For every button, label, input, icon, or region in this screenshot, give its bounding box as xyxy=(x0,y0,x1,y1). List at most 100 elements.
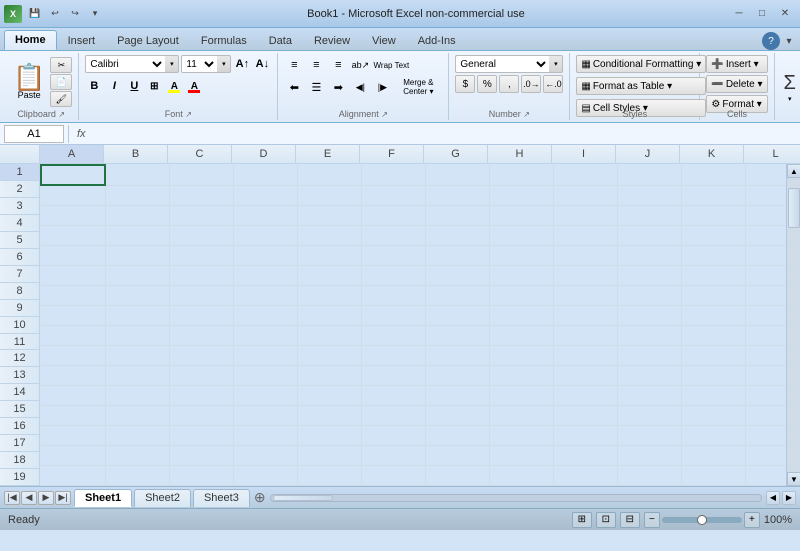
cell-E4[interactable] xyxy=(297,225,361,245)
col-header-A[interactable]: A xyxy=(40,145,104,163)
cell-C16[interactable] xyxy=(169,465,233,485)
cell-K16[interactable] xyxy=(681,465,745,485)
cell-I10[interactable] xyxy=(553,345,617,365)
row-num-8[interactable]: 8 xyxy=(0,283,39,300)
cell-H2[interactable] xyxy=(489,185,553,205)
row-num-14[interactable]: 14 xyxy=(0,384,39,401)
cell-C3[interactable] xyxy=(169,205,233,225)
cell-K14[interactable] xyxy=(681,425,745,445)
cell-K6[interactable] xyxy=(681,265,745,285)
cell-I6[interactable] xyxy=(553,265,617,285)
cell-A5[interactable] xyxy=(41,245,105,265)
row-num-10[interactable]: 10 xyxy=(0,317,39,334)
cell-F3[interactable] xyxy=(361,205,425,225)
cell-L1[interactable] xyxy=(745,165,786,185)
cell-K1[interactable] xyxy=(681,165,745,185)
cell-G9[interactable] xyxy=(425,325,489,345)
cell-E10[interactable] xyxy=(297,345,361,365)
cell-A7[interactable] xyxy=(41,285,105,305)
cell-J4[interactable] xyxy=(617,225,681,245)
undo-qa-button[interactable]: ↩ xyxy=(46,5,64,23)
align-top-left-button[interactable]: ≡ xyxy=(284,55,304,75)
cell-G4[interactable] xyxy=(425,225,489,245)
cell-H13[interactable] xyxy=(489,405,553,425)
redo-qa-button[interactable]: ↪ xyxy=(66,5,84,23)
cell-A16[interactable] xyxy=(41,465,105,485)
cell-F12[interactable] xyxy=(361,385,425,405)
cell-E9[interactable] xyxy=(297,325,361,345)
number-format-select[interactable]: General xyxy=(455,55,549,73)
row-num-18[interactable]: 18 xyxy=(0,452,39,469)
cell-I16[interactable] xyxy=(553,465,617,485)
cell-A4[interactable] xyxy=(41,225,105,245)
cell-D3[interactable] xyxy=(233,205,297,225)
cell-D15[interactable] xyxy=(233,445,297,465)
cell-K5[interactable] xyxy=(681,245,745,265)
cell-C17[interactable] xyxy=(169,485,233,486)
cell-H9[interactable] xyxy=(489,325,553,345)
conditional-formatting-button[interactable]: ▦ Conditional Formatting ▾ xyxy=(576,55,706,73)
cell-A3[interactable] xyxy=(41,205,105,225)
cell-H7[interactable] xyxy=(489,285,553,305)
col-header-J[interactable]: J xyxy=(616,145,680,163)
cell-I2[interactable] xyxy=(553,185,617,205)
cell-L16[interactable] xyxy=(745,465,786,485)
align-left-button[interactable]: ⬅ xyxy=(284,77,304,97)
cell-E14[interactable] xyxy=(297,425,361,445)
cell-G13[interactable] xyxy=(425,405,489,425)
cell-K15[interactable] xyxy=(681,445,745,465)
cell-F2[interactable] xyxy=(361,185,425,205)
increase-font-size-button[interactable]: A↑ xyxy=(233,55,251,73)
cell-K13[interactable] xyxy=(681,405,745,425)
col-header-L[interactable]: L xyxy=(744,145,800,163)
cell-L11[interactable] xyxy=(745,365,786,385)
cell-D6[interactable] xyxy=(233,265,297,285)
cell-H1[interactable] xyxy=(489,165,553,185)
cell-G6[interactable] xyxy=(425,265,489,285)
row-num-6[interactable]: 6 xyxy=(0,249,39,266)
decrease-font-size-button[interactable]: A↓ xyxy=(253,55,271,73)
cell-K4[interactable] xyxy=(681,225,745,245)
cell-F9[interactable] xyxy=(361,325,425,345)
cell-A6[interactable] xyxy=(41,265,105,285)
delete-cells-button[interactable]: ➖ Delete ▾ xyxy=(706,75,767,93)
cell-G17[interactable] xyxy=(425,485,489,486)
cell-A11[interactable] xyxy=(41,365,105,385)
cell-A10[interactable] xyxy=(41,345,105,365)
cell-B8[interactable] xyxy=(105,305,169,325)
col-header-I[interactable]: I xyxy=(552,145,616,163)
cell-J1[interactable] xyxy=(617,165,681,185)
cell-I1[interactable] xyxy=(553,165,617,185)
zoom-in-button[interactable]: + xyxy=(744,512,760,528)
cell-D7[interactable] xyxy=(233,285,297,305)
cell-F13[interactable] xyxy=(361,405,425,425)
cell-D17[interactable] xyxy=(233,485,297,486)
cell-H17[interactable] xyxy=(489,485,553,486)
h-scroll-thumb[interactable] xyxy=(273,495,333,501)
cell-L12[interactable] xyxy=(745,385,786,405)
h-scroll-track[interactable] xyxy=(270,494,762,502)
cell-G3[interactable] xyxy=(425,205,489,225)
cell-I17[interactable] xyxy=(553,485,617,486)
page-layout-view-button[interactable]: ⊡ xyxy=(596,512,616,528)
tab-page-layout[interactable]: Page Layout xyxy=(106,30,190,50)
col-header-D[interactable]: D xyxy=(232,145,296,163)
cell-D16[interactable] xyxy=(233,465,297,485)
cell-D14[interactable] xyxy=(233,425,297,445)
cell-J13[interactable] xyxy=(617,405,681,425)
fill-color-button[interactable]: A xyxy=(165,77,183,95)
cell-L8[interactable] xyxy=(745,305,786,325)
cell-F4[interactable] xyxy=(361,225,425,245)
cell-L5[interactable] xyxy=(745,245,786,265)
tab-view[interactable]: View xyxy=(361,30,407,50)
cell-D10[interactable] xyxy=(233,345,297,365)
cell-B15[interactable] xyxy=(105,445,169,465)
cell-J17[interactable] xyxy=(617,485,681,486)
cell-D2[interactable] xyxy=(233,185,297,205)
cell-B5[interactable] xyxy=(105,245,169,265)
bold-button[interactable]: B xyxy=(85,77,103,95)
insert-cells-button[interactable]: ➕ Insert ▾ xyxy=(706,55,767,73)
cell-C2[interactable] xyxy=(169,185,233,205)
row-num-1[interactable]: 1 xyxy=(0,164,39,181)
cell-E11[interactable] xyxy=(297,365,361,385)
